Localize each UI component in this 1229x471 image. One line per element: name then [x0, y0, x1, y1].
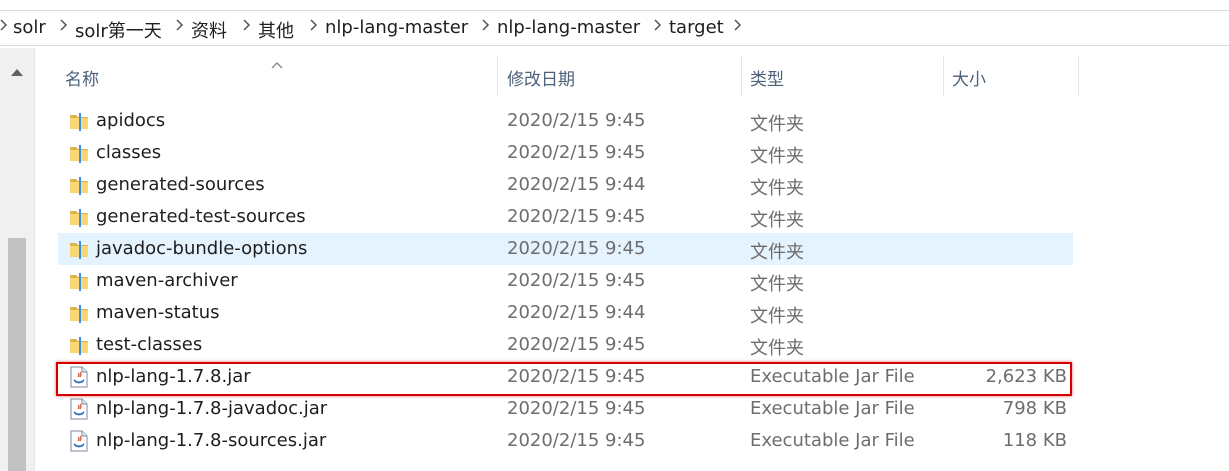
- scroll-up-arrow-icon[interactable]: [10, 62, 24, 76]
- file-name: generated-sources: [96, 174, 265, 195]
- file-list-row[interactable]: apidocs 2020/2/15 9:45 文件夹: [58, 105, 1073, 137]
- file-modified-date: 2020/2/15 9:45: [507, 334, 646, 355]
- file-type: Executable Jar File: [750, 398, 915, 419]
- breadcrumb-chevron-icon[interactable]: [0, 17, 8, 33]
- file-modified-date: 2020/2/15 9:44: [507, 174, 646, 195]
- column-header-date-label: 修改日期: [507, 70, 575, 90]
- file-name: generated-test-sources: [96, 206, 306, 227]
- column-header-size-label: 大小: [952, 70, 986, 90]
- file-type: 文件夹: [750, 338, 804, 359]
- folder-icon: [68, 334, 90, 356]
- folder-icon: [68, 206, 90, 228]
- column-header-type[interactable]: 类型: [742, 56, 942, 96]
- file-modified-date: 2020/2/15 9:45: [507, 110, 646, 131]
- jar-file-icon: [68, 430, 90, 452]
- breadcrumb-item-solr[interactable]: solr: [13, 17, 46, 38]
- file-list-row[interactable]: nlp-lang-1.7.8-sources.jar 2020/2/15 9:45…: [58, 425, 1073, 457]
- breadcrumb-item-other[interactable]: 其他: [258, 17, 294, 43]
- file-name: classes: [96, 142, 162, 163]
- breadcrumb-item-target[interactable]: target: [669, 17, 724, 38]
- breadcrumb-item-solr-day1[interactable]: solr第一天: [75, 17, 162, 43]
- file-list-row[interactable]: test-classes 2020/2/15 9:45 文件夹: [58, 329, 1073, 361]
- file-list-row[interactable]: generated-test-sources 2020/2/15 9:45 文件夹: [58, 201, 1073, 233]
- file-name: nlp-lang-1.7.8-javadoc.jar: [96, 398, 328, 419]
- file-list-row[interactable]: nlp-lang-1.7.8-javadoc.jar 2020/2/15 9:45…: [58, 393, 1073, 425]
- file-name: apidocs: [96, 110, 166, 131]
- folder-icon: [68, 270, 90, 292]
- selection-highlight-box: [56, 362, 1072, 396]
- column-header-date[interactable]: 修改日期: [498, 56, 740, 96]
- breadcrumb-chevron-icon[interactable]: [310, 17, 318, 33]
- file-list-row[interactable]: classes 2020/2/15 9:45 文件夹: [58, 137, 1073, 169]
- file-modified-date: 2020/2/15 9:45: [507, 206, 646, 227]
- breadcrumb-item-nlp-lang-master[interactable]: nlp-lang-master: [325, 17, 468, 38]
- folder-icon: [68, 174, 90, 196]
- folder-icon: [68, 142, 90, 164]
- breadcrumb-chevron-icon[interactable]: [243, 17, 251, 33]
- file-type: 文件夹: [750, 210, 804, 231]
- navigation-pane-scrollbar[interactable]: [0, 48, 34, 471]
- file-list-row[interactable]: generated-sources 2020/2/15 9:44 文件夹: [58, 169, 1073, 201]
- file-name: javadoc-bundle-options: [96, 238, 308, 259]
- file-type: 文件夹: [750, 274, 804, 295]
- file-type: 文件夹: [750, 114, 804, 135]
- folder-icon: [68, 110, 90, 132]
- column-header-name[interactable]: 名称: [58, 56, 496, 96]
- breadcrumb-chevron-icon[interactable]: [60, 17, 68, 33]
- scroll-thumb[interactable]: [8, 238, 26, 471]
- file-type: 文件夹: [750, 242, 804, 263]
- file-name: maven-archiver: [96, 270, 238, 291]
- breadcrumb-item-materials[interactable]: 资料: [191, 17, 227, 43]
- file-type: 文件夹: [750, 178, 804, 199]
- column-header-size[interactable]: 大小: [944, 56, 1078, 96]
- breadcrumb-item-nlp-lang-master-inner[interactable]: nlp-lang-master: [497, 17, 640, 38]
- file-modified-date: 2020/2/15 9:44: [507, 302, 646, 323]
- breadcrumb-chevron-icon[interactable]: [654, 17, 662, 33]
- file-modified-date: 2020/2/15 9:45: [507, 238, 646, 259]
- file-type: 文件夹: [750, 306, 804, 327]
- column-header-type-label: 类型: [750, 70, 784, 90]
- pane-divider: [34, 48, 35, 471]
- folder-icon: [68, 302, 90, 324]
- file-modified-date: 2020/2/15 9:45: [507, 142, 646, 163]
- file-type: Executable Jar File: [750, 430, 915, 451]
- breadcrumb-chevron-icon[interactable]: [734, 17, 742, 33]
- file-size: 798 KB: [1002, 398, 1067, 419]
- file-name: nlp-lang-1.7.8-sources.jar: [96, 430, 327, 451]
- file-list-row[interactable]: maven-status 2020/2/15 9:44 文件夹: [58, 297, 1073, 329]
- jar-file-icon: [68, 398, 90, 420]
- folder-icon: [68, 238, 90, 260]
- breadcrumb-chevron-icon[interactable]: [176, 17, 184, 33]
- file-size: 118 KB: [1002, 430, 1067, 451]
- column-header-name-label: 名称: [65, 70, 99, 90]
- file-modified-date: 2020/2/15 9:45: [507, 398, 646, 419]
- file-modified-date: 2020/2/15 9:45: [507, 270, 646, 291]
- breadcrumb-chevron-icon[interactable]: [482, 17, 490, 33]
- file-modified-date: 2020/2/15 9:45: [507, 430, 646, 451]
- file-name: maven-status: [96, 302, 220, 323]
- column-divider[interactable]: [1078, 56, 1079, 96]
- address-bar: solr solr第一天 资料 其他 nlp-lang-master nlp-l…: [0, 0, 1229, 46]
- file-type: 文件夹: [750, 146, 804, 167]
- file-list-row[interactable]: maven-archiver 2020/2/15 9:45 文件夹: [58, 265, 1073, 297]
- file-list-row[interactable]: javadoc-bundle-options 2020/2/15 9:45 文件夹: [58, 233, 1073, 265]
- file-name: test-classes: [96, 334, 203, 355]
